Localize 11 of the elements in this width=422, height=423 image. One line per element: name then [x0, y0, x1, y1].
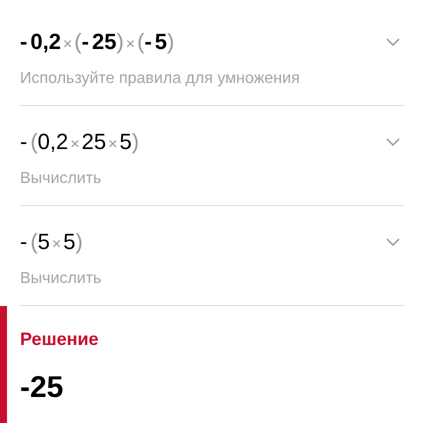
math-expression: -(0,2×25×5): [20, 128, 140, 156]
chevron-down-icon[interactable]: [386, 38, 400, 46]
chevron-down-icon[interactable]: [386, 238, 400, 246]
solution-answer: -25: [20, 370, 64, 406]
chevron-down-icon[interactable]: [386, 138, 400, 146]
step-hint: Вычислить: [20, 269, 102, 289]
math-expression: -0,2×(-25)×(-5): [20, 28, 176, 56]
step-hint: Используйте правила для умножения: [20, 69, 300, 89]
step-hint: Вычислить: [20, 169, 102, 189]
math-expression: -(5×5): [20, 228, 84, 256]
solution-title: Решение: [20, 328, 100, 351]
